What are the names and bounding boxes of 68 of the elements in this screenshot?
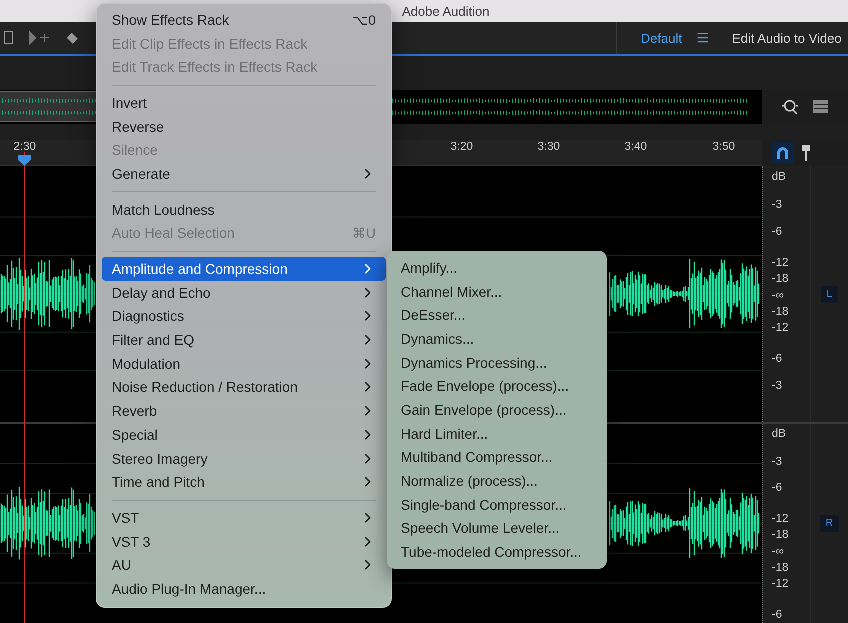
menu-item[interactable]: Match Loudness <box>102 198 386 222</box>
menu-item[interactable]: DeEsser... <box>387 303 607 328</box>
menu-item[interactable]: Reverse <box>102 114 386 138</box>
workspace-tab[interactable]: Default <box>641 30 682 46</box>
menu-icon[interactable] <box>696 31 710 45</box>
menu-item[interactable]: Amplify... <box>387 256 607 280</box>
db-label: -6 <box>772 353 782 365</box>
window-title: Adobe Audition <box>402 4 490 18</box>
db-label: dB <box>772 171 786 183</box>
menu-item[interactable]: Speech Volume Leveler... <box>387 516 607 540</box>
db-label: -18 <box>772 562 789 574</box>
time-label: 2:30 <box>14 141 36 153</box>
menu-item[interactable]: Show Effects Rack ⌥0 <box>102 8 386 32</box>
time-label: 3:20 <box>450 141 474 153</box>
menu-item[interactable]: Dynamics Processing... <box>387 350 607 374</box>
channel-label[interactable]: R <box>820 515 840 532</box>
menu-item[interactable]: Amplitude and Compression <box>102 257 386 281</box>
list-icon[interactable] <box>813 100 829 114</box>
db-label: -18 <box>772 306 789 318</box>
menu-item[interactable]: Time and Pitch <box>102 470 386 494</box>
db-label: -3 <box>772 380 782 392</box>
menu-item[interactable]: Special <box>102 423 386 447</box>
menu-item[interactable]: Diagnostics <box>102 304 386 328</box>
menu-item[interactable]: Filter and EQ <box>102 328 386 352</box>
menu-item[interactable]: Reverb <box>102 399 386 423</box>
db-label: -3 <box>772 199 782 211</box>
pin-icon[interactable] <box>802 145 810 161</box>
menu-item[interactable]: Audio Plug-In Manager... <box>102 577 386 601</box>
snap-button[interactable] <box>772 142 794 164</box>
menu-item[interactable]: VST <box>102 506 386 530</box>
menu-item[interactable]: Normalize (process)... <box>387 469 607 493</box>
menu-item[interactable]: Stereo Imagery <box>102 446 386 470</box>
db-label: -18 <box>772 529 789 541</box>
workspace-button[interactable]: Edit Audio to Video <box>732 30 842 46</box>
menu-item[interactable]: Fade Envelope (process)... <box>387 374 607 398</box>
db-label: -12 <box>772 257 789 269</box>
db-label: -3 <box>772 456 782 468</box>
db-label: -∞ <box>772 546 784 558</box>
move-tool-icon[interactable] <box>28 30 50 46</box>
menu-item[interactable]: Noise Reduction / Restoration <box>102 376 386 400</box>
time-label: 3:30 <box>538 141 560 153</box>
menu-item[interactable]: Modulation <box>102 352 386 376</box>
menu-item[interactable]: Tube-modeled Compressor... <box>387 540 607 564</box>
db-label: dB <box>772 428 786 440</box>
menu-item[interactable]: Delay and Echo <box>102 280 386 305</box>
db-label: -6 <box>772 226 782 238</box>
db-label: -6 <box>772 482 782 494</box>
db-label: -18 <box>772 273 789 285</box>
menu-item[interactable]: Hard Limiter... <box>387 422 607 446</box>
db-label: -12 <box>772 513 789 525</box>
zoom-icon[interactable] <box>781 98 799 116</box>
magnet-icon <box>777 147 789 159</box>
time-label: 3:40 <box>624 141 648 153</box>
time-label: 3:50 <box>712 141 736 153</box>
menu-item[interactable]: Single-band Compressor... <box>387 492 607 517</box>
menu-item[interactable]: Dynamics... <box>387 327 607 351</box>
menu-item[interactable]: VST 3 <box>102 530 386 554</box>
channel-label[interactable]: L <box>820 286 838 302</box>
menu-item[interactable]: AU <box>102 553 386 578</box>
db-label: -6 <box>772 609 782 621</box>
menu-item[interactable]: Generate <box>102 162 386 186</box>
menu-item[interactable]: Channel Mixer... <box>387 280 607 304</box>
menu-item[interactable]: Multiband Compressor... <box>387 446 607 470</box>
db-label: -12 <box>772 322 789 334</box>
db-label: -∞ <box>772 290 784 302</box>
db-label: -12 <box>772 578 789 590</box>
tool-icon[interactable] <box>4 31 14 45</box>
menu-item[interactable]: Gain Envelope (process)... <box>387 398 607 422</box>
